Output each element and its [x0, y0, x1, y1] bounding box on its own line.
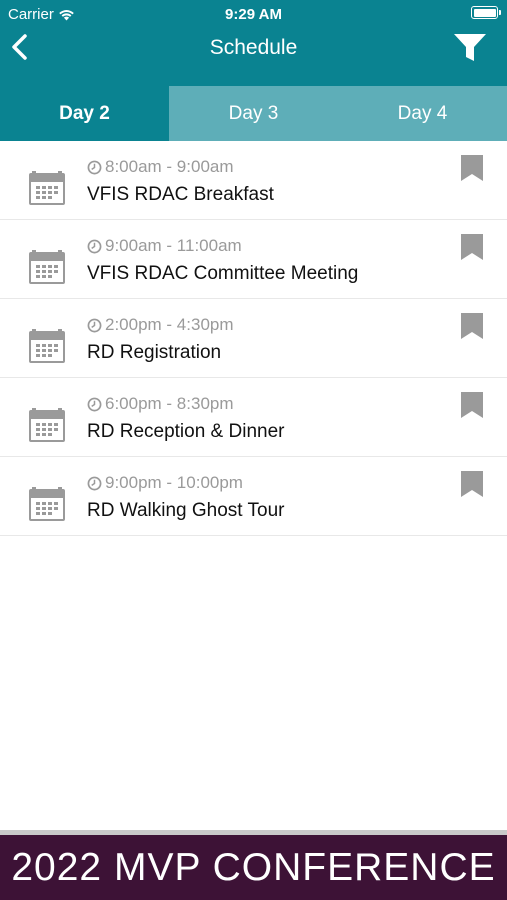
event-time-label: 6:00pm - 8:30pm [105, 394, 234, 413]
list-item[interactable]: 6:00pm - 8:30pm RD Reception & Dinner [0, 378, 507, 457]
event-time: 9:00am - 11:00am [87, 236, 242, 256]
event-time-label: 9:00am - 11:00am [105, 236, 242, 255]
calendar-icon [29, 487, 65, 521]
event-time: 6:00pm - 8:30pm [87, 394, 234, 414]
event-time-label: 8:00am - 9:00am [105, 157, 234, 176]
event-title: RD Registration [87, 342, 222, 363]
clock-icon [87, 397, 102, 411]
calendar-icon [29, 171, 65, 205]
event-title: VFIS RDAC Breakfast [87, 184, 274, 205]
event-time: 2:00pm - 4:30pm [87, 315, 234, 335]
event-title: RD Reception & Dinner [87, 421, 285, 442]
clock-icon [87, 318, 102, 332]
nav-header: Carrier 9:29 AM Schedule [0, 0, 507, 86]
list-item[interactable]: 8:00am - 9:00am VFIS RDAC Breakfast [0, 141, 507, 220]
list-item[interactable]: 2:00pm - 4:30pm RD Registration [0, 299, 507, 378]
tab-day-3[interactable]: Day 3 [169, 86, 338, 141]
page-title: Schedule [209, 36, 298, 59]
schedule-list: 8:00am - 9:00am VFIS RDAC Breakfast 9:00… [0, 141, 507, 536]
bookmark-icon[interactable] [461, 155, 483, 181]
bookmark-icon[interactable] [461, 234, 483, 260]
event-time: 8:00am - 9:00am [87, 157, 234, 177]
day-tabs: Day 2 Day 3 Day 4 [0, 86, 507, 141]
clock-icon [87, 160, 102, 174]
event-time-label: 2:00pm - 4:30pm [105, 315, 234, 334]
clock-icon [87, 476, 102, 490]
bookmark-icon[interactable] [461, 471, 483, 497]
event-title: VFIS RDAC Committee Meeting [87, 263, 359, 284]
list-item[interactable]: 9:00pm - 10:00pm RD Walking Ghost Tour [0, 457, 507, 536]
conference-banner: 2022 MVP CONFERENCE [0, 835, 507, 900]
calendar-icon [29, 250, 65, 284]
event-time-label: 9:00pm - 10:00pm [105, 473, 243, 492]
event-time: 9:00pm - 10:00pm [87, 473, 243, 493]
calendar-icon [29, 329, 65, 363]
list-item[interactable]: 9:00am - 11:00am VFIS RDAC Committee Mee… [0, 220, 507, 299]
tab-day-4[interactable]: Day 4 [338, 86, 507, 141]
calendar-icon [29, 408, 65, 442]
bookmark-icon[interactable] [461, 392, 483, 418]
battery-icon [471, 6, 501, 19]
clock-icon [87, 239, 102, 253]
event-title: RD Walking Ghost Tour [87, 500, 285, 521]
tab-day-2[interactable]: Day 2 [0, 86, 169, 141]
filter-icon[interactable] [453, 32, 487, 64]
status-bar: Carrier 9:29 AM [0, 0, 507, 28]
status-time: 9:29 AM [225, 6, 282, 23]
banner-text: 2022 MVP CONFERENCE [11, 845, 496, 889]
bookmark-icon[interactable] [461, 313, 483, 339]
